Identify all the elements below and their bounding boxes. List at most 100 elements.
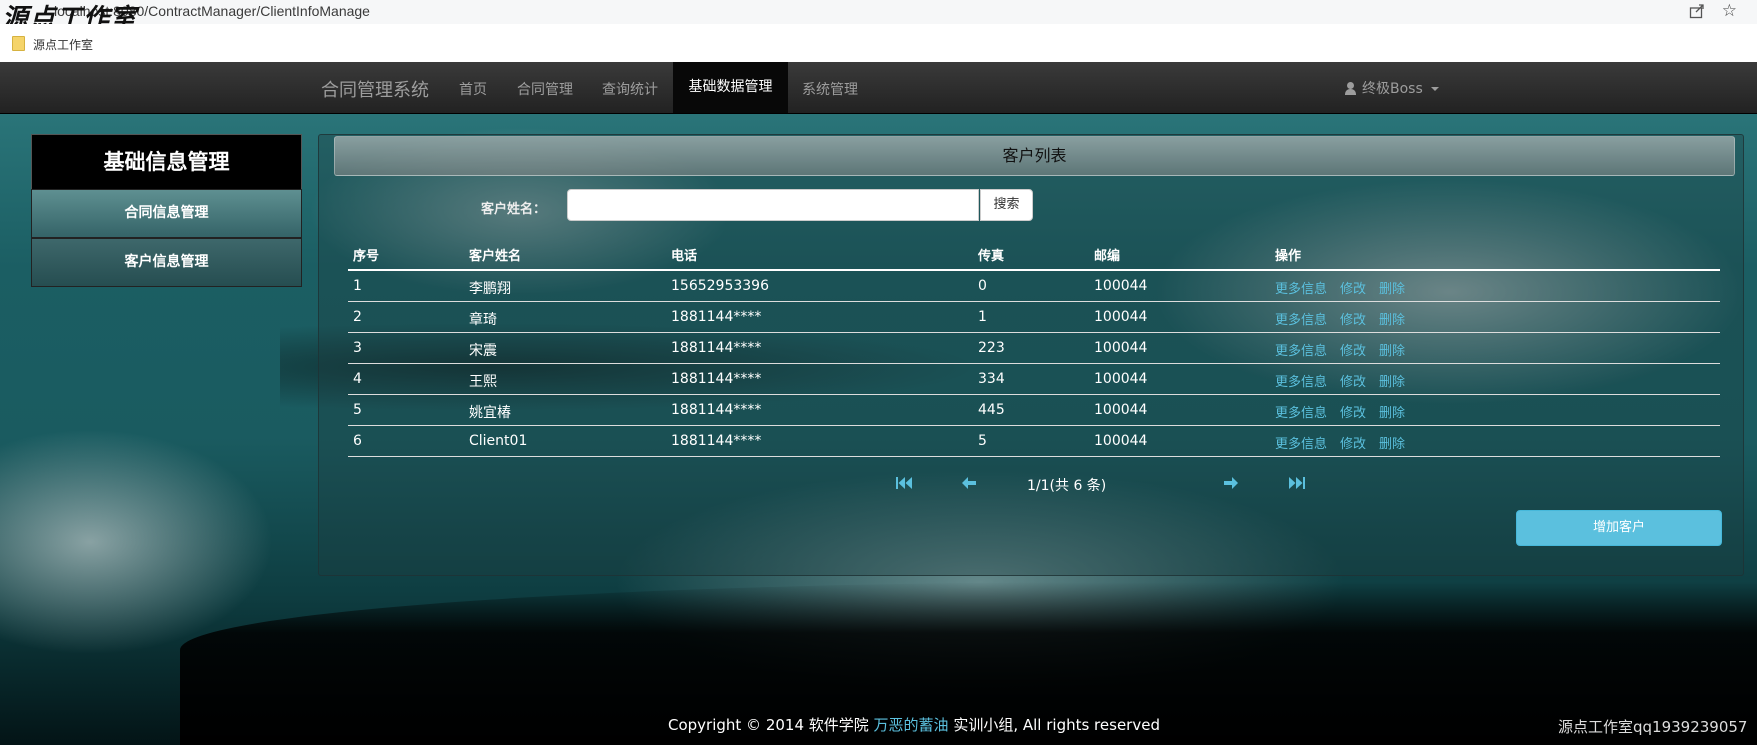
delete-link[interactable]: 删除: [1379, 437, 1405, 452]
cell-actions: 更多信息 修改 删除: [1275, 278, 1418, 297]
cell-index: 2: [353, 309, 362, 325]
cell-phone: 1881144****: [671, 433, 762, 449]
more-info-link[interactable]: 更多信息: [1275, 437, 1327, 452]
pager-info: 1/1(共 6 条): [1027, 478, 1107, 494]
user-icon: [1345, 82, 1356, 95]
delete-link[interactable]: 删除: [1379, 313, 1405, 328]
cell-name: 王熙: [469, 374, 497, 390]
share-icon[interactable]: [1689, 3, 1705, 19]
cell-name: 李鹏翔: [469, 281, 511, 297]
cell-zip: 100044: [1094, 433, 1148, 449]
delete-link[interactable]: 删除: [1379, 344, 1405, 359]
cell-phone: 15652953396: [671, 278, 769, 294]
footer-prefix: Copyright © 2014 软件学院: [668, 716, 874, 734]
cell-phone: 1881144****: [671, 340, 762, 356]
header-index: 序号: [353, 249, 380, 264]
bookmarks-bar: 源点工作室: [0, 24, 1757, 62]
header-fax: 传真: [978, 249, 1005, 264]
prev-page-icon[interactable]: [961, 476, 977, 490]
cell-fax: 334: [978, 371, 1005, 387]
user-name: 终极Boss: [1362, 81, 1423, 97]
cell-zip: 100044: [1094, 402, 1148, 418]
more-info-link[interactable]: 更多信息: [1275, 344, 1327, 359]
header-phone: 电话: [671, 249, 698, 264]
cell-fax: 1: [978, 309, 987, 325]
cell-name: Client01: [469, 433, 528, 449]
more-info-link[interactable]: 更多信息: [1275, 313, 1327, 328]
cell-actions: 更多信息 修改 删除: [1275, 340, 1418, 359]
cell-index: 4: [353, 371, 362, 387]
footer-copyright: Copyright © 2014 软件学院 万恶的蓄油 实训小组, All ri…: [668, 714, 1160, 735]
delete-link[interactable]: 删除: [1379, 406, 1405, 421]
bookmark-star-icon[interactable]: ☆: [1722, 1, 1737, 21]
nav-item-query-stats[interactable]: 查询统计: [602, 79, 658, 99]
edit-link[interactable]: 修改: [1340, 375, 1366, 390]
search-button[interactable]: 搜索: [980, 189, 1033, 221]
cell-phone: 1881144****: [671, 402, 762, 418]
sidebar-title: 基础信息管理: [31, 134, 302, 189]
header-name: 客户姓名: [469, 249, 522, 264]
nav-item-contracts[interactable]: 合同管理: [517, 79, 573, 99]
table-row: 3 宋震 1881144**** 223 100044 更多信息 修改 删除: [348, 333, 1720, 364]
cell-name: 章琦: [469, 312, 497, 328]
cell-phone: 1881144****: [671, 309, 762, 325]
user-menu[interactable]: 终极Boss: [1345, 78, 1439, 98]
cell-index: 3: [353, 340, 362, 356]
edit-link[interactable]: 修改: [1340, 313, 1366, 328]
bookmark-item[interactable]: 源点工作室: [33, 36, 93, 53]
delete-link[interactable]: 删除: [1379, 375, 1405, 390]
edit-link[interactable]: 修改: [1340, 437, 1366, 452]
table-row: 2 章琦 1881144**** 1 100044 更多信息 修改 删除: [348, 302, 1720, 333]
caret-down-icon: [1430, 87, 1439, 91]
cell-actions: 更多信息 修改 删除: [1275, 402, 1418, 421]
add-client-button[interactable]: 增加客户: [1516, 510, 1722, 546]
edit-link[interactable]: 修改: [1340, 406, 1366, 421]
table-row: 1 李鹏翔 15652953396 0 100044 更多信息 修改 删除: [348, 271, 1720, 302]
nav-item-basic-data[interactable]: 基础数据管理: [673, 62, 788, 113]
table-row: 4 王熙 1881144**** 334 100044 更多信息 修改 删除: [348, 364, 1720, 395]
table-header: 序号 客户姓名 电话 传真 邮编 操作: [348, 240, 1720, 271]
more-info-link[interactable]: 更多信息: [1275, 282, 1327, 297]
cell-fax: 445: [978, 402, 1005, 418]
last-page-icon[interactable]: [1289, 476, 1305, 490]
next-page-icon[interactable]: [1223, 476, 1239, 490]
footer-team-link[interactable]: 万恶的蓄油: [874, 716, 949, 734]
sidebar-item-client-info[interactable]: 客户信息管理: [31, 238, 302, 287]
nav-item-home[interactable]: 首页: [459, 79, 487, 99]
table-row: 5 姚宜椿 1881144**** 445 100044 更多信息 修改 删除: [348, 395, 1720, 426]
cell-index: 5: [353, 402, 362, 418]
nav-item-system[interactable]: 系统管理: [802, 79, 858, 99]
header-zip: 邮编: [1094, 249, 1121, 264]
cell-fax: 5: [978, 433, 987, 449]
cell-name: 宋震: [469, 343, 497, 359]
brand-title[interactable]: 合同管理系统: [321, 76, 429, 102]
browser-address-bar[interactable]: localhost:8080/ContractManager/ClientInf…: [0, 0, 1757, 34]
table-row: 6 Client01 1881144**** 5 100044 更多信息 修改 删除: [348, 426, 1720, 457]
cell-fax: 223: [978, 340, 1005, 356]
cell-phone: 1881144****: [671, 371, 762, 387]
cell-index: 6: [353, 433, 362, 449]
cell-zip: 100044: [1094, 340, 1148, 356]
cell-name: 姚宜椿: [469, 405, 511, 421]
cell-index: 1: [353, 278, 362, 294]
client-table: 序号 客户姓名 电话 传真 邮编 操作 1 李鹏翔 15652953396 0 …: [348, 240, 1720, 457]
delete-link[interactable]: 删除: [1379, 282, 1405, 297]
cell-actions: 更多信息 修改 删除: [1275, 309, 1418, 328]
more-info-link[interactable]: 更多信息: [1275, 375, 1327, 390]
first-page-icon[interactable]: [896, 476, 912, 490]
folder-icon: [12, 36, 25, 51]
cell-actions: 更多信息 修改 删除: [1275, 371, 1418, 390]
cell-zip: 100044: [1094, 278, 1148, 294]
top-navbar: 合同管理系统 首页 合同管理 查询统计 基础数据管理 系统管理 终极Boss: [0, 62, 1757, 114]
search-input[interactable]: [567, 189, 979, 221]
edit-link[interactable]: 修改: [1340, 344, 1366, 359]
more-info-link[interactable]: 更多信息: [1275, 406, 1327, 421]
header-actions: 操作: [1275, 249, 1302, 264]
footer-suffix: 实训小组, All rights reserved: [948, 716, 1160, 734]
edit-link[interactable]: 修改: [1340, 282, 1366, 297]
cell-zip: 100044: [1094, 309, 1148, 325]
search-label: 客户姓名：: [481, 202, 547, 217]
sidebar-item-contract-info[interactable]: 合同信息管理: [31, 189, 302, 238]
cell-actions: 更多信息 修改 删除: [1275, 433, 1418, 452]
panel-title: 客户列表: [334, 136, 1735, 176]
